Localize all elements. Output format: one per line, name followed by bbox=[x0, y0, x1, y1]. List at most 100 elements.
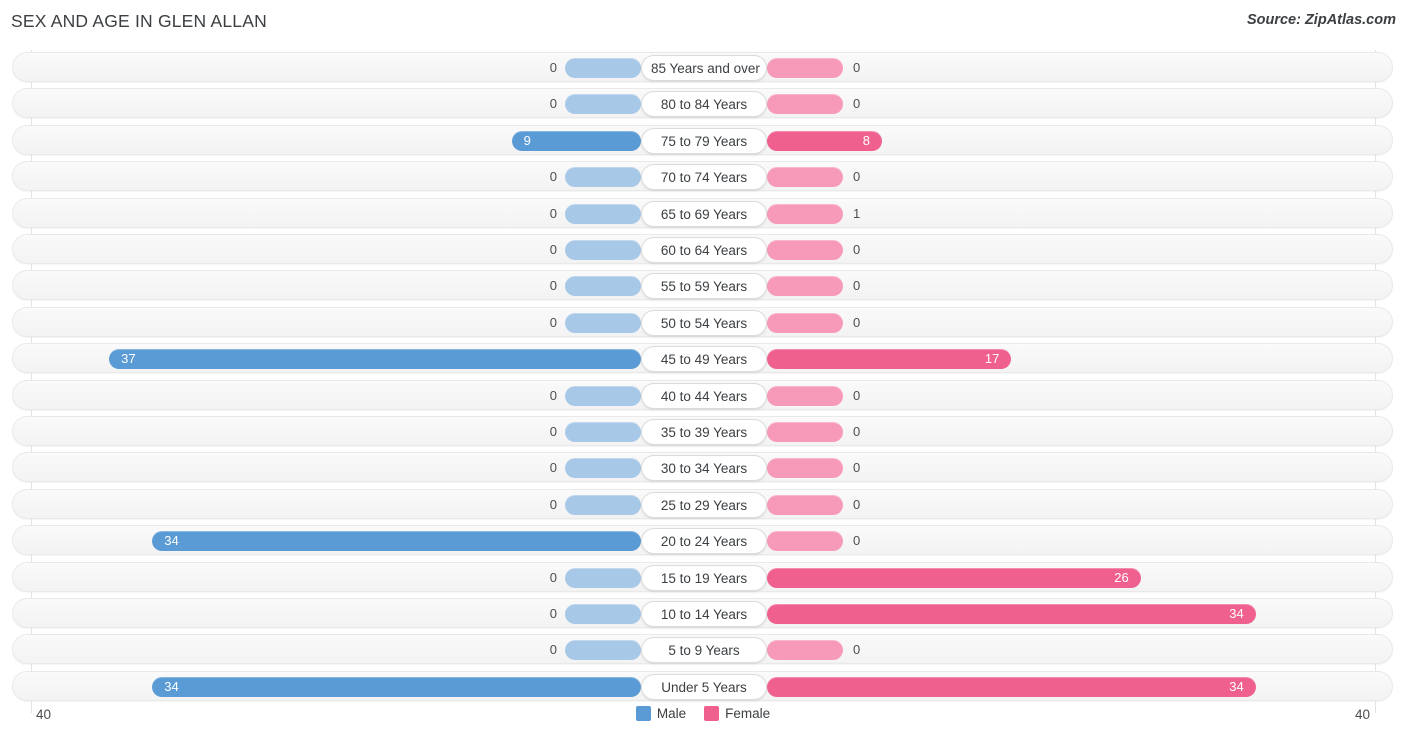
population-pyramid-chart: SEX AND AGE IN GLEN ALLAN Source: ZipAtl… bbox=[0, 0, 1406, 740]
female-value-label: 0 bbox=[853, 387, 861, 403]
male-bar[interactable] bbox=[565, 312, 641, 333]
age-group-row[interactable]: 0 0 40 to 44 Years bbox=[12, 379, 1393, 410]
male-bar[interactable] bbox=[511, 130, 641, 151]
male-value-label: 0 bbox=[549, 314, 557, 330]
age-group-label: 60 to 64 Years bbox=[641, 237, 767, 263]
age-group-label: Under 5 Years bbox=[641, 673, 767, 700]
female-bar[interactable] bbox=[767, 640, 843, 661]
female-bar[interactable] bbox=[767, 494, 843, 515]
age-group-label: 85 Years and over bbox=[641, 55, 767, 81]
female-value-label: 0 bbox=[853, 314, 861, 330]
male-value-label: 0 bbox=[549, 606, 557, 621]
age-group-row[interactable]: 0 0 80 to 84 Years bbox=[12, 88, 1393, 119]
age-group-label: 25 to 29 Years bbox=[641, 491, 767, 518]
male-bar[interactable] bbox=[565, 604, 641, 624]
chart-legend: Male Female bbox=[0, 706, 1406, 721]
female-bar[interactable] bbox=[767, 94, 843, 115]
age-group-label: 10 to 14 Years bbox=[641, 601, 767, 627]
age-group-label: 45 to 49 Years bbox=[641, 346, 767, 373]
age-group-row[interactable]: 0 0 35 to 39 Years bbox=[12, 416, 1393, 446]
age-group-label: 50 to 54 Years bbox=[641, 309, 767, 336]
age-group-row[interactable]: 0 0 60 to 64 Years bbox=[12, 234, 1393, 264]
female-value-label: 34 bbox=[1229, 678, 1244, 694]
female-value-label: 17 bbox=[984, 351, 1000, 367]
legend-swatch-female-icon bbox=[704, 706, 720, 721]
age-group-row[interactable]: 0 34 10 to 14 Years bbox=[12, 598, 1393, 628]
female-value-label: 26 bbox=[1114, 569, 1129, 585]
female-bar[interactable] bbox=[767, 312, 843, 333]
male-value-label: 37 bbox=[121, 351, 136, 367]
female-bar[interactable] bbox=[767, 58, 843, 78]
age-group-row[interactable]: 0 0 70 to 74 Years bbox=[12, 161, 1393, 192]
age-group-row[interactable]: 0 26 15 to 19 Years bbox=[12, 561, 1393, 592]
male-bar[interactable] bbox=[565, 458, 641, 479]
male-bar[interactable] bbox=[565, 94, 641, 115]
male-value-label: 0 bbox=[549, 424, 557, 439]
legend-item-female[interactable]: Female bbox=[704, 706, 770, 721]
age-group-label: 35 to 39 Years bbox=[641, 419, 767, 445]
male-bar[interactable] bbox=[152, 676, 641, 697]
age-group-row[interactable]: 0 1 65 to 69 Years bbox=[12, 197, 1393, 228]
age-group-row[interactable]: 0 0 25 to 29 Years bbox=[12, 488, 1393, 519]
age-group-row[interactable]: 34 34 Under 5 Years bbox=[12, 670, 1393, 701]
female-bar[interactable] bbox=[767, 385, 843, 406]
male-bar[interactable] bbox=[565, 567, 641, 588]
female-value-label: 0 bbox=[853, 533, 861, 549]
male-bar[interactable] bbox=[565, 640, 641, 661]
female-value-label: 1 bbox=[853, 205, 861, 221]
legend-swatch-male-icon bbox=[635, 706, 651, 721]
female-bar[interactable] bbox=[767, 203, 843, 224]
female-value-label: 34 bbox=[1229, 606, 1244, 621]
age-group-label: 65 to 69 Years bbox=[641, 200, 767, 227]
female-bar[interactable] bbox=[767, 567, 1141, 588]
age-group-row[interactable]: 37 17 45 to 49 Years bbox=[12, 343, 1393, 374]
male-bar[interactable] bbox=[565, 58, 641, 78]
female-bar[interactable] bbox=[767, 276, 843, 297]
male-value-label: 0 bbox=[549, 496, 557, 512]
female-value-label: 0 bbox=[853, 496, 861, 512]
female-value-label: 0 bbox=[853, 642, 861, 658]
male-value-label: 0 bbox=[549, 569, 557, 585]
female-bar[interactable] bbox=[767, 422, 843, 442]
female-bar[interactable] bbox=[767, 167, 843, 188]
female-value-label: 0 bbox=[853, 96, 861, 112]
age-group-row[interactable]: 0 0 50 to 54 Years bbox=[12, 306, 1393, 337]
age-group-row[interactable]: 0 0 85 Years and over bbox=[12, 52, 1393, 82]
chart-header: SEX AND AGE IN GLEN ALLAN Source: ZipAtl… bbox=[0, 0, 1406, 46]
female-value-label: 0 bbox=[853, 169, 861, 185]
male-bar[interactable] bbox=[565, 167, 641, 188]
male-value-label: 0 bbox=[549, 96, 557, 112]
female-value-label: 0 bbox=[853, 460, 861, 476]
male-bar[interactable] bbox=[565, 422, 641, 442]
male-value-label: 9 bbox=[523, 132, 531, 148]
female-bar[interactable] bbox=[767, 531, 843, 552]
male-bar[interactable] bbox=[565, 240, 641, 260]
age-group-label: 5 to 9 Years bbox=[641, 637, 767, 664]
male-value-label: 0 bbox=[549, 60, 557, 75]
age-group-row[interactable]: 0 0 55 to 59 Years bbox=[12, 270, 1393, 301]
age-group-row[interactable]: 9 8 75 to 79 Years bbox=[12, 124, 1393, 155]
legend-label-male: Male bbox=[656, 706, 687, 721]
male-bar[interactable] bbox=[565, 203, 641, 224]
male-bar[interactable] bbox=[109, 349, 641, 370]
male-bar[interactable] bbox=[565, 276, 641, 297]
legend-item-male[interactable]: Male bbox=[635, 706, 687, 721]
age-group-row[interactable]: 34 0 20 to 24 Years bbox=[12, 525, 1393, 556]
male-bar[interactable] bbox=[565, 385, 641, 406]
age-group-label: 55 to 59 Years bbox=[641, 273, 767, 300]
male-value-label: 34 bbox=[164, 533, 179, 549]
legend-label-female: Female bbox=[725, 706, 771, 721]
page-title: SEX AND AGE IN GLEN ALLAN bbox=[11, 11, 267, 31]
male-bar[interactable] bbox=[152, 531, 641, 552]
age-group-row[interactable]: 0 0 30 to 34 Years bbox=[12, 452, 1393, 483]
female-bar[interactable] bbox=[767, 240, 843, 260]
chart-plot-area: 0 0 85 Years and over 0 0 80 to 84 Years 9 8 75 … bbox=[0, 50, 1406, 713]
female-bar[interactable] bbox=[767, 458, 843, 479]
male-value-label: 0 bbox=[549, 169, 557, 185]
female-bar[interactable] bbox=[767, 604, 1256, 624]
age-group-row[interactable]: 0 0 5 to 9 Years bbox=[12, 634, 1393, 665]
male-value-label: 0 bbox=[549, 242, 557, 257]
female-bar[interactable] bbox=[767, 676, 1256, 697]
age-group-label: 70 to 74 Years bbox=[641, 164, 767, 191]
male-bar[interactable] bbox=[565, 494, 641, 515]
